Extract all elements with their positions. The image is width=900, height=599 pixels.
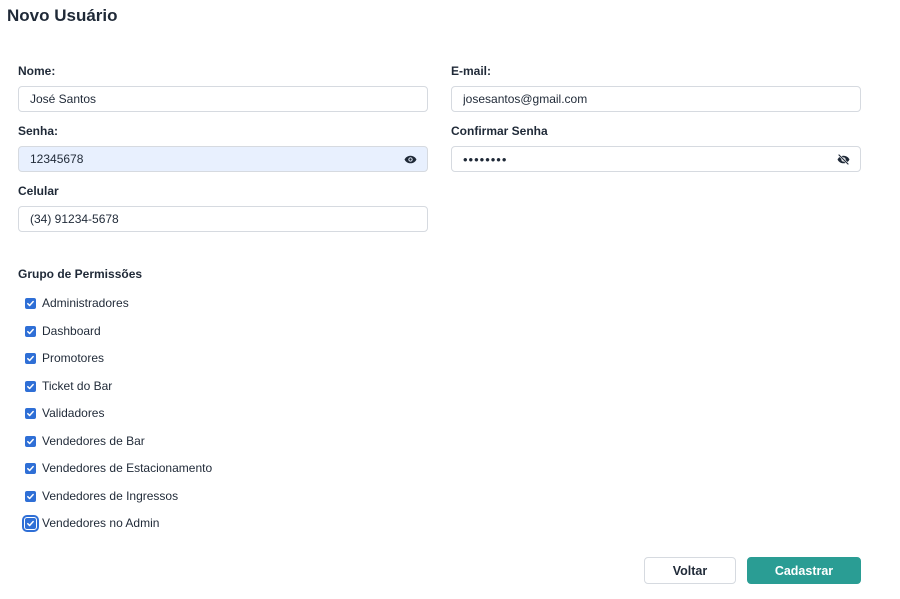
- checkbox-validadores[interactable]: [25, 408, 36, 419]
- permission-item-vendedores-de-ingressos: Vendedores de Ingressos: [25, 489, 212, 517]
- submit-button[interactable]: Cadastrar: [747, 557, 861, 584]
- phone-field-group: Celular: [18, 184, 428, 232]
- permission-label[interactable]: Vendedores no Admin: [42, 516, 159, 531]
- email-input[interactable]: [452, 87, 860, 111]
- permission-label[interactable]: Vendedores de Ingressos: [42, 489, 178, 504]
- confirm-password-input[interactable]: [452, 147, 860, 171]
- confirm-password-field-group: Confirmar Senha: [451, 124, 861, 172]
- permission-label[interactable]: Vendedores de Estacionamento: [42, 461, 212, 476]
- eye-icon[interactable]: [404, 154, 417, 165]
- permission-item-vendedores-de-estacionamento: Vendedores de Estacionamento: [25, 461, 212, 489]
- permission-label[interactable]: Administradores: [42, 296, 129, 311]
- permission-label[interactable]: Ticket do Bar: [42, 379, 112, 394]
- back-button[interactable]: Voltar: [644, 557, 736, 584]
- confirm-password-label: Confirmar Senha: [451, 124, 548, 138]
- checkbox-vendedores-de-bar[interactable]: [25, 435, 36, 447]
- page-title: Novo Usuário: [7, 6, 118, 25]
- phone-input[interactable]: [19, 207, 427, 231]
- password-label: Senha:: [18, 124, 59, 138]
- permission-item-validadores: Validadores: [25, 406, 212, 434]
- permission-item-promotores: Promotores: [25, 351, 212, 379]
- checkbox-vendedores-de-ingressos[interactable]: [25, 490, 36, 502]
- eye-off-icon[interactable]: [837, 154, 850, 165]
- confirm-password-input-wrapper: [451, 146, 861, 172]
- name-input[interactable]: [19, 87, 427, 111]
- permission-label[interactable]: Vendedores de Bar: [42, 434, 145, 449]
- name-label: Nome:: [18, 64, 56, 78]
- password-field-group: Senha:: [18, 124, 428, 172]
- permission-label[interactable]: Promotores: [42, 351, 104, 366]
- phone-label: Celular: [18, 184, 59, 198]
- email-field-group: E-mail:: [451, 64, 861, 112]
- checkbox-vendedores-no-admin[interactable]: [22, 515, 39, 532]
- name-field-group: Nome:: [18, 64, 428, 112]
- checkbox-vendedores-de-estacionamento[interactable]: [25, 463, 36, 474]
- new-user-page: Novo Usuário Nome: E-mail: Senha:: [0, 0, 900, 599]
- name-input-wrapper: [18, 86, 428, 112]
- permission-item-vendedores-no-admin: Vendedores no Admin: [22, 515, 212, 544]
- permission-label[interactable]: Validadores: [42, 406, 104, 421]
- email-label: E-mail:: [451, 64, 492, 78]
- checkbox-dashboard[interactable]: [25, 325, 36, 337]
- permission-label[interactable]: Dashboard: [42, 324, 101, 339]
- permissions-list: Administradores Dashboard Promotores Tic…: [22, 296, 212, 544]
- permission-item-administradores: Administradores: [25, 296, 212, 324]
- permission-item-ticket-do-bar: Ticket do Bar: [25, 379, 212, 407]
- checkbox-administradores[interactable]: [25, 298, 36, 309]
- phone-input-wrapper: [18, 206, 428, 232]
- password-input[interactable]: [19, 147, 427, 171]
- checkbox-ticket-do-bar[interactable]: [25, 380, 36, 392]
- permission-item-dashboard: Dashboard: [25, 324, 212, 352]
- permissions-title: Grupo de Permissões: [18, 267, 143, 281]
- password-input-wrapper: [18, 146, 428, 172]
- email-input-wrapper: [451, 86, 861, 112]
- permission-item-vendedores-de-bar: Vendedores de Bar: [25, 434, 212, 462]
- checkbox-promotores[interactable]: [25, 353, 36, 364]
